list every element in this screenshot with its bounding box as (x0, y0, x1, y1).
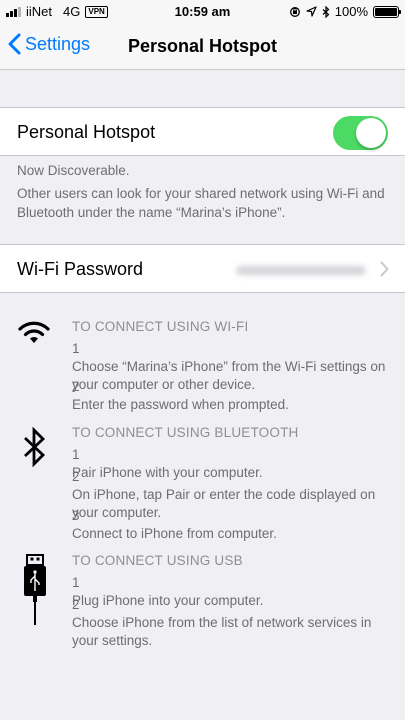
battery-percent: 100% (334, 4, 368, 19)
status-bar: iiNet 4G VPN 10:59 am 100% (0, 0, 405, 24)
wifi-password-label: Wi-Fi Password (17, 259, 144, 279)
network-name-note: Other users can look for your shared net… (17, 186, 385, 220)
orientation-lock-icon (289, 6, 300, 17)
wifi-step-2: 2 Enter the password when prompted. (72, 379, 289, 412)
navigation-bar: Settings Personal Hotspot (0, 24, 405, 70)
personal-hotspot-label: Personal Hotspot (17, 122, 156, 142)
bluetooth-icon (24, 426, 46, 468)
bluetooth-status-icon (322, 5, 330, 18)
wifi-password-value-blurred (236, 266, 366, 275)
discoverable-note: Now Discoverable. (17, 163, 130, 178)
page-title: Personal Hotspot (127, 36, 278, 56)
wifi-password-cell[interactable]: Wi-Fi Password (0, 244, 405, 293)
bluetooth-step-3: 3 Connect to iPhone from computer. (72, 508, 277, 541)
chevron-right-icon (380, 261, 389, 277)
usb-cable-icon (24, 554, 46, 625)
status-right: 100% (289, 4, 401, 19)
usb-heading: TO CONNECT USING USB (72, 553, 243, 568)
personal-hotspot-cell: Personal Hotspot (0, 107, 405, 156)
location-icon (306, 6, 317, 17)
wifi-heading: TO CONNECT USING WI-FI (72, 319, 249, 334)
toggle-knob (356, 118, 386, 148)
battery-icon (373, 5, 401, 18)
usb-step-2: 2 Choose iPhone from the list of network… (72, 597, 372, 648)
personal-hotspot-toggle[interactable] (333, 116, 388, 150)
bluetooth-heading: TO CONNECT USING BLUETOOTH (72, 425, 299, 440)
wifi-icon (18, 321, 50, 343)
